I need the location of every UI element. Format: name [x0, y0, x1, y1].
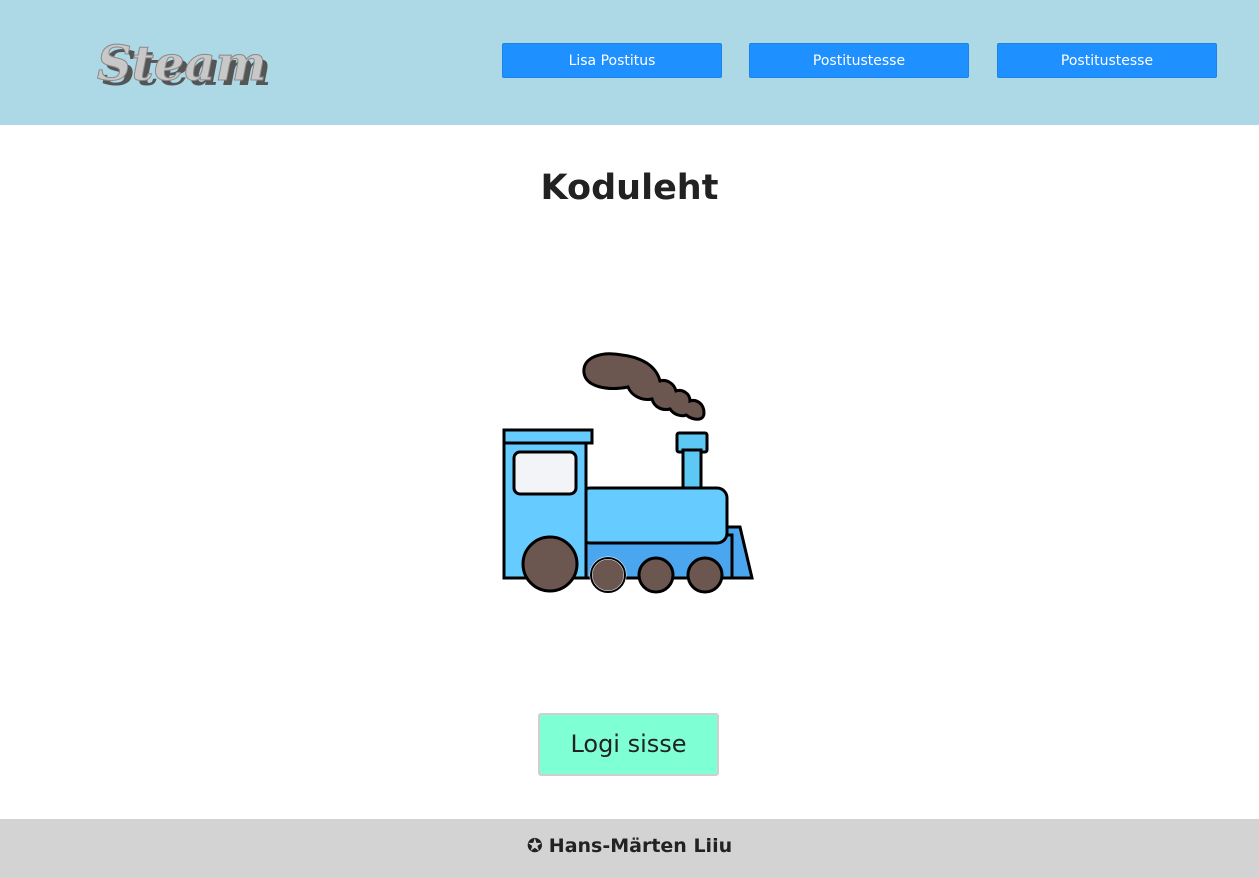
posts-button-secondary[interactable]: Postitustesse — [997, 43, 1217, 78]
smoke-cloud — [582, 352, 706, 421]
steam-logo[interactable]: Steam Steam — [96, 26, 276, 98]
site-header: Steam Steam Lisa Postitus Postitustesse … — [0, 0, 1259, 125]
add-post-button[interactable]: Lisa Postitus — [502, 43, 722, 78]
author-name: Hans-Märten Liiu — [548, 835, 733, 857]
posts-button[interactable]: Postitustesse — [749, 43, 969, 78]
login-button[interactable]: Logi sisse — [538, 713, 719, 776]
site-footer: ✪ Hans-Märten Liiu — [0, 819, 1259, 878]
star-icon: ✪ — [526, 835, 543, 857]
steam-train-icon — [502, 352, 754, 594]
page-title: Koduleht — [540, 168, 719, 208]
logo-text: Steam — [97, 36, 266, 92]
